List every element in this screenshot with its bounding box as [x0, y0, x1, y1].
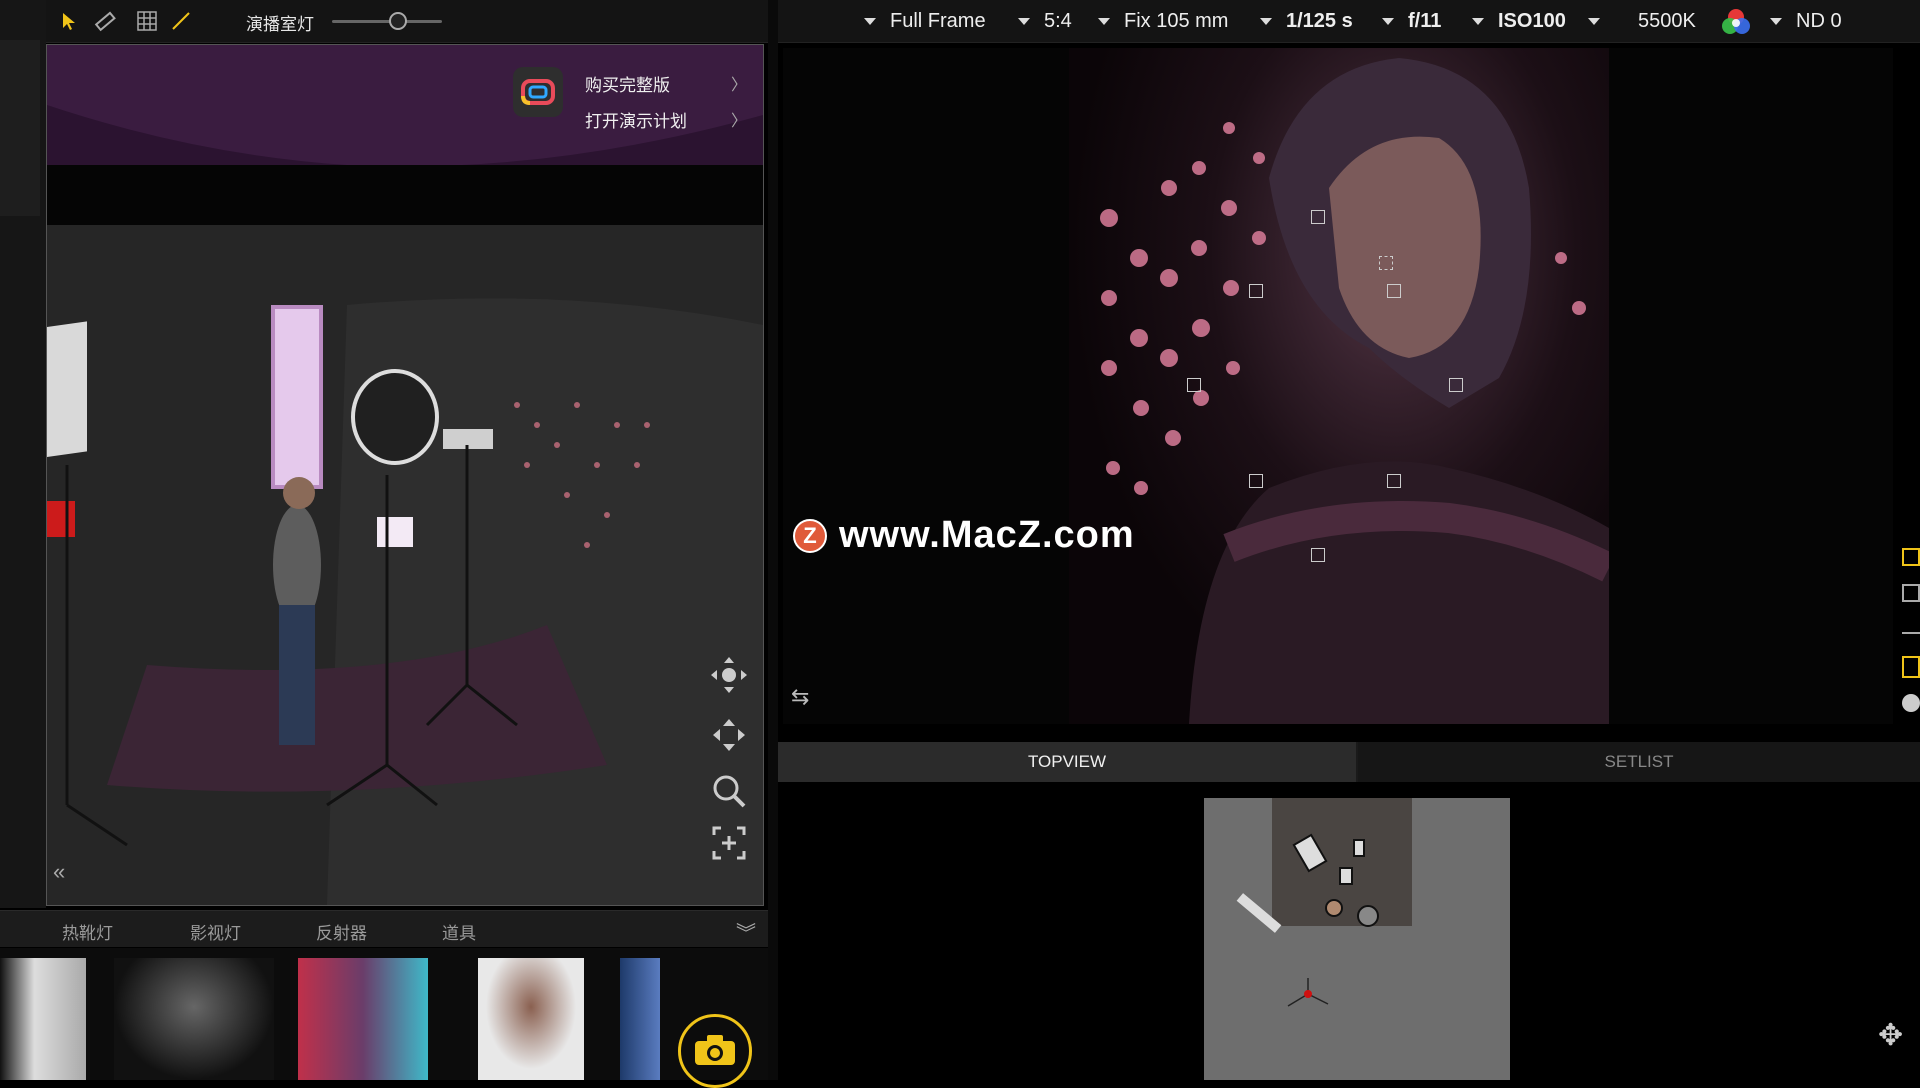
preset-thumbnail[interactable] — [0, 958, 86, 1080]
tab-reflectors[interactable]: 反射器 — [316, 919, 367, 944]
tab-setlist[interactable]: SETLIST — [1358, 742, 1920, 782]
studio-light-label: 演播室灯 — [246, 15, 314, 34]
tab-film-lights[interactable]: 影视灯 — [190, 919, 241, 944]
app-logo-icon — [513, 67, 563, 117]
topview-map[interactable] — [1204, 798, 1510, 1080]
tab-hotshoe-lights[interactable]: 热靴灯 — [62, 919, 113, 944]
open-demo-plan-link[interactable]: 打开演示计划 — [585, 107, 687, 132]
dropdown-arrow-icon — [1472, 17, 1484, 25]
camera-icon — [695, 1035, 735, 1065]
line-tool-icon[interactable] — [168, 8, 194, 34]
measure-ruler-icon[interactable] — [92, 8, 118, 34]
preset-thumbnail[interactable] — [620, 958, 660, 1080]
focus-point[interactable] — [1387, 284, 1401, 298]
focus-point[interactable] — [1387, 474, 1401, 488]
dropdown-arrow-icon — [1098, 17, 1110, 25]
orbit-small-icon[interactable] — [1902, 694, 1920, 712]
layout-icon[interactable] — [1902, 584, 1920, 602]
nd-filter-dropdown[interactable]: ND 0 — [1770, 0, 1842, 42]
asset-category-tabs: 热靴灯 影视灯 反射器 道具 ︾ — [0, 910, 768, 947]
watermark: Z www.MacZ.com — [793, 514, 1135, 557]
left-side-strip — [0, 0, 46, 908]
frame-guide-icon[interactable] — [1902, 656, 1920, 678]
focus-point[interactable] — [1449, 378, 1463, 392]
studio-scene-illustration — [47, 45, 763, 905]
dropdown-arrow-icon — [1382, 17, 1394, 25]
studio-light-slider[interactable] — [332, 12, 442, 30]
bottom-panel-tabs: TOPVIEW SETLIST — [778, 742, 1920, 782]
tab-props[interactable]: 道具 — [442, 919, 476, 944]
fps-indicator-icon[interactable] — [1902, 548, 1920, 566]
orbit-control-icon[interactable] — [709, 655, 749, 695]
camera-settings-bar: Full Frame 5:4 Fix 105 mm 1/125 s f/11 I… — [778, 0, 1920, 43]
camera-preview[interactable]: Z www.MacZ.com ⇆ — [783, 48, 1893, 724]
right-edge-toolbar — [1898, 548, 1920, 728]
open-demo-chevron-icon: 〉 — [730, 113, 747, 130]
focus-point[interactable] — [1311, 548, 1325, 562]
panel-divider[interactable] — [768, 0, 778, 1080]
zoom-search-icon[interactable] — [709, 771, 749, 811]
preview-photo — [1069, 48, 1609, 724]
preset-thumbnail[interactable] — [478, 958, 584, 1080]
select-arrow-icon[interactable] — [56, 8, 82, 34]
studio-light-slider-thumb[interactable] — [389, 12, 407, 30]
dropdown-arrow-icon — [1260, 17, 1272, 25]
collapse-left-icon[interactable]: « — [53, 859, 77, 884]
expand-assets-icon[interactable]: ︾ — [736, 917, 756, 946]
dropdown-arrow-icon — [864, 17, 876, 25]
grid-icon[interactable] — [134, 8, 160, 34]
preset-thumbnail[interactable] — [298, 958, 428, 1080]
studio-3d-viewport[interactable]: 购买完整版 〉 打开演示计划 〉 « — [46, 44, 764, 906]
tab-topview[interactable]: TOPVIEW — [778, 742, 1356, 782]
dropdown-arrow-icon — [1018, 17, 1030, 25]
focus-point[interactable] — [1311, 210, 1325, 224]
shutter-dropdown[interactable]: 1/125 s — [1260, 0, 1353, 42]
watermark-badge-icon: Z — [793, 518, 827, 553]
focus-point[interactable] — [1249, 474, 1263, 488]
capture-camera-button[interactable] — [678, 1014, 752, 1088]
buy-full-version-link[interactable]: 购买完整版 — [585, 71, 670, 96]
active-focus-point[interactable] — [1379, 256, 1393, 270]
buy-full-chevron-icon: 〉 — [730, 77, 747, 94]
dropdown-arrow-icon — [1588, 17, 1600, 25]
frame-fit-icon[interactable] — [709, 823, 749, 863]
preset-thumbnail-strip — [0, 948, 768, 1088]
topview-pan-icon[interactable]: ✥ — [1878, 1018, 1903, 1053]
preset-thumbnail[interactable] — [114, 958, 274, 1080]
upgrade-menu: 购买完整版 〉 打开演示计划 〉 — [513, 53, 751, 131]
pan-move-icon[interactable] — [709, 715, 749, 755]
swap-view-icon[interactable]: ⇆ — [791, 684, 809, 710]
scene-toolbar: 演播室灯 — [46, 0, 768, 43]
focus-point[interactable] — [1249, 284, 1263, 298]
sensor-dropdown[interactable]: Full Frame — [864, 0, 986, 42]
lens-dropdown[interactable]: Fix 105 mm — [1098, 0, 1228, 42]
aperture-dropdown[interactable]: f/11 — [1382, 0, 1441, 42]
aspect-ratio-dropdown[interactable]: 5:4 — [1018, 0, 1072, 42]
dropdown-arrow-icon — [1770, 17, 1782, 25]
focus-point[interactable] — [1187, 378, 1201, 392]
iso-dropdown[interactable]: ISO100 — [1472, 0, 1566, 42]
color-wheel-icon[interactable] — [1722, 8, 1750, 36]
histogram-icon[interactable] — [1902, 620, 1920, 634]
white-balance-dropdown[interactable]: 5500K — [1588, 0, 1696, 42]
watermark-text: www.MacZ.com — [839, 514, 1135, 556]
